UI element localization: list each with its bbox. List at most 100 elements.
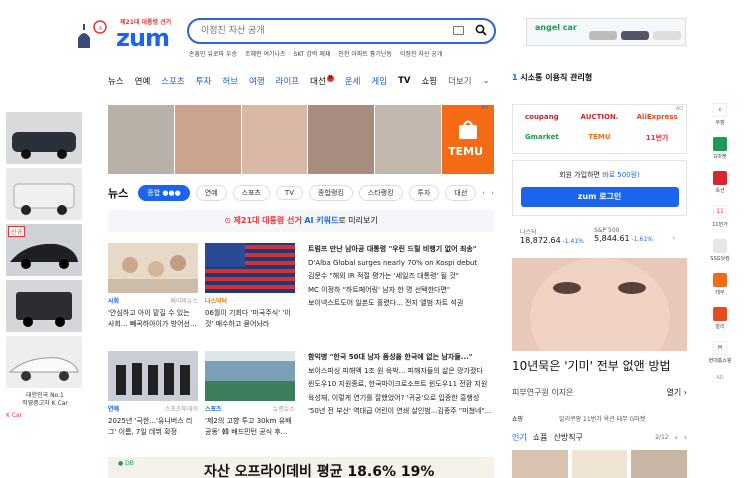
chevron-down-icon[interactable]: ⌄: [483, 76, 490, 86]
partner-gmarket[interactable]: Gmarket: [513, 133, 571, 143]
headline-item[interactable]: 김문수 "해외 IR 적절 평가는 '세일즈 대통령' 될 것": [308, 270, 500, 284]
trending-keyword[interactable]: 조혜련 여기나츠: [245, 49, 286, 59]
headline-item[interactable]: D'Alba Global surges nearly 70% on Kospi…: [308, 257, 500, 271]
nav-hub[interactable]: 허브: [222, 75, 238, 87]
car-ad-thumb[interactable]: [6, 280, 82, 332]
headline-item[interactable]: 육성재, 이렇게 연기를 잘했었어? '귀궁'으로 입증한 흥행성: [308, 392, 500, 406]
shop-tab-direct[interactable]: 산방직구: [553, 432, 582, 443]
nav-game[interactable]: 게임: [371, 75, 387, 87]
rail-temu[interactable]: 테무: [702, 273, 738, 303]
realtime-ticker[interactable]: 1 시소통 이용직 관리형: [512, 72, 688, 84]
car-ad-thumb[interactable]: 신규: [6, 224, 82, 276]
news-title[interactable]: '제2의 고향 투고 30km 유배 공동' 韓 배드민턴 공식 후...: [205, 416, 295, 438]
headline-item[interactable]: 보이넥스트도어 일본도 홀렸다... 전지 앨범 차트 석권: [308, 297, 500, 311]
chevron-right-icon[interactable]: ›: [672, 233, 675, 242]
partner-auction[interactable]: AUCTION.: [571, 113, 629, 121]
search-input[interactable]: [201, 24, 441, 38]
partner-aliexpress[interactable]: AliExpress: [628, 113, 686, 121]
news-card[interactable]: 사회 베이비뉴스 '안심하고 아이 맡길 수 있는 사회... 빼곡하아이가 방어…: [108, 243, 198, 330]
stock-item[interactable]: S&P 500 5,844.61 -1.61%: [594, 227, 653, 243]
shop-tab-shorts[interactable]: 쇼퓸: [533, 432, 548, 443]
tab-tv[interactable]: TV: [275, 186, 303, 200]
right-ad-open[interactable]: 열기 ›: [667, 387, 687, 398]
shop-tab-popular[interactable]: 인기: [512, 432, 527, 443]
news-title[interactable]: '안심하고 아이 맡길 수 있는 사회... 빼곡하아이가 방어선...: [108, 308, 198, 330]
rail-hyundai[interactable]: H 현대홈쇼핑: [702, 341, 738, 371]
rail-auction[interactable]: 옥션: [702, 171, 738, 201]
bottom-ad-banner[interactable]: ● DB 자산 오프라이데비 평균 18.6% 19%: [108, 457, 494, 478]
chevron-left-icon[interactable]: ‹: [482, 189, 485, 197]
news-card[interactable]: 연예 스포츠투데이 2025년 '극한...'유니버스 리그' 이름, 7일 데뷔…: [108, 351, 198, 438]
headline-item[interactable]: 윈도우10 지원종료, 한국마이크로소프트 윈도우11 전환 지원: [308, 378, 500, 392]
nav-invest[interactable]: 투자: [196, 75, 212, 87]
nav-tv[interactable]: TV: [398, 76, 410, 86]
chevron-right-icon[interactable]: ›: [684, 433, 687, 442]
rail-ali[interactable]: 알리: [702, 307, 738, 337]
trending-keyword[interactable]: 손흥민 유로파 우승: [189, 49, 237, 59]
tab-general[interactable]: 종합 ●●●: [138, 185, 190, 201]
chevron-right-icon[interactable]: ›: [491, 189, 494, 197]
search-icon[interactable]: [475, 24, 487, 36]
tab-election[interactable]: 대선: [445, 185, 477, 201]
zum-logo[interactable]: zum: [116, 24, 170, 52]
banner-ad[interactable]: TEMU: [108, 105, 494, 174]
nav-travel[interactable]: 여행: [249, 75, 265, 87]
news-card[interactable]: 스포츠 뉴젠뉴스 '제2의 고향 투고 30km 유배 공동' 韓 배드민턴 공식…: [205, 351, 295, 438]
trending-keyword[interactable]: 이정진 자산 공개: [400, 49, 442, 59]
trending-keyword[interactable]: SKT 강력 제재: [294, 49, 331, 59]
rail-coupang[interactable]: c 쿠팡: [702, 103, 738, 133]
trending-keyword[interactable]: 인천 아파트 흉기난동: [338, 49, 392, 59]
nav-sports[interactable]: 스포츠: [161, 75, 184, 87]
headline-item[interactable]: '50년 전 부산' 역대급 어린이 연쇄 살인범...김종주 "미쳤네"...: [308, 405, 500, 419]
headline-item[interactable]: 보이스피싱 피해액 1조 원 육박... 피해자들의 삶은 망가졌다: [308, 365, 500, 379]
partner-11st[interactable]: 11번가: [628, 133, 686, 143]
partner-coupang[interactable]: coupang: [513, 113, 571, 121]
car-ad-thumb[interactable]: [6, 168, 82, 220]
tab-total-ranking[interactable]: 종합랭킹: [309, 185, 353, 201]
search-box[interactable]: [187, 18, 496, 44]
right-ad-headline[interactable]: 10년묵은 '기미' 전부 없앤 방법: [512, 357, 687, 374]
tab-star-ranking[interactable]: 스타랭킹: [358, 185, 403, 201]
nav-shopping[interactable]: 쇼핑: [421, 75, 437, 87]
news-title[interactable]: 2025년 '극한...'유니버스 리그' 이름, 7일 데뷔 확정: [108, 416, 198, 438]
headline-item[interactable]: 트럼프 만난 남아공 대통령 "우린 드릴 비행기 없어 죄송": [308, 243, 500, 257]
nav-election[interactable]: 대선 N: [310, 75, 334, 87]
login-button[interactable]: zum 로그인: [520, 187, 679, 207]
news-source: 베이비뉴스: [170, 298, 198, 305]
partner-temu[interactable]: TEMU: [571, 133, 629, 143]
headline-item[interactable]: MC 이정하 "하트페어링' 남자 한 명 선택한다면": [308, 284, 500, 298]
news-card[interactable]: 나스닥터 06월이 기회다 '미국주식' '이것' 매수하고 묻어놔라: [205, 243, 295, 330]
tab-invest[interactable]: 투자: [408, 185, 440, 201]
car-ad-thumb[interactable]: [6, 336, 82, 388]
news-title[interactable]: 06월이 기회다 '미국주식' '이것' 매수하고 묻어놔라: [205, 308, 295, 330]
nav-fortune[interactable]: 운세: [345, 75, 361, 87]
product-thumb[interactable]: [631, 450, 688, 478]
rail-ssg[interactable]: SSG닷컴: [702, 239, 738, 269]
nav-entertainment[interactable]: 연예: [135, 75, 151, 87]
ad-image: [308, 105, 375, 174]
left-car-ads[interactable]: 신규 대한민국 No.1 직영중고차 K Car K Car: [6, 112, 84, 419]
logo-area[interactable]: ㅅ 제21대 대통령 선거 zum: [76, 16, 171, 52]
nav-more[interactable]: 더보기: [448, 75, 471, 87]
stock-item[interactable]: 나스닥 18,872.64 -1.41%: [520, 227, 584, 245]
top-ad-banner[interactable]: angel car: [526, 18, 686, 46]
nav-news[interactable]: 뉴스: [108, 75, 124, 87]
rail-gmarket[interactable]: G마켓: [702, 137, 738, 167]
chevron-left-icon[interactable]: ‹: [675, 433, 678, 442]
product-thumb[interactable]: [512, 450, 568, 478]
keyboard-icon[interactable]: [453, 26, 464, 35]
ssg-icon: [713, 239, 727, 253]
hmall-icon: H: [713, 341, 727, 355]
news-category: 나스닥터: [205, 298, 228, 305]
skin-ad-image[interactable]: [512, 258, 687, 351]
ad-label[interactable]: AD: [481, 105, 488, 111]
tab-entertainment[interactable]: 연예: [195, 185, 227, 201]
rail-11st[interactable]: 11 11번가: [702, 205, 738, 235]
tab-sports[interactable]: 스포츠: [232, 185, 270, 201]
product-thumb[interactable]: [571, 450, 628, 478]
car-ad-thumb[interactable]: [6, 112, 82, 164]
election-ai-banner[interactable]: ⊙ 제21대 대통령 선거 AI 키워드로 미리보기: [108, 210, 494, 232]
headline-item[interactable]: 함익병 "한국 50대 남자 품성을 한국에 없는 남자들...": [308, 351, 500, 365]
nav-life[interactable]: 라이프: [276, 75, 299, 87]
shopping-promo[interactable]: 알리쿠팡 11번가 옥션 테무 G마켓: [559, 416, 645, 423]
